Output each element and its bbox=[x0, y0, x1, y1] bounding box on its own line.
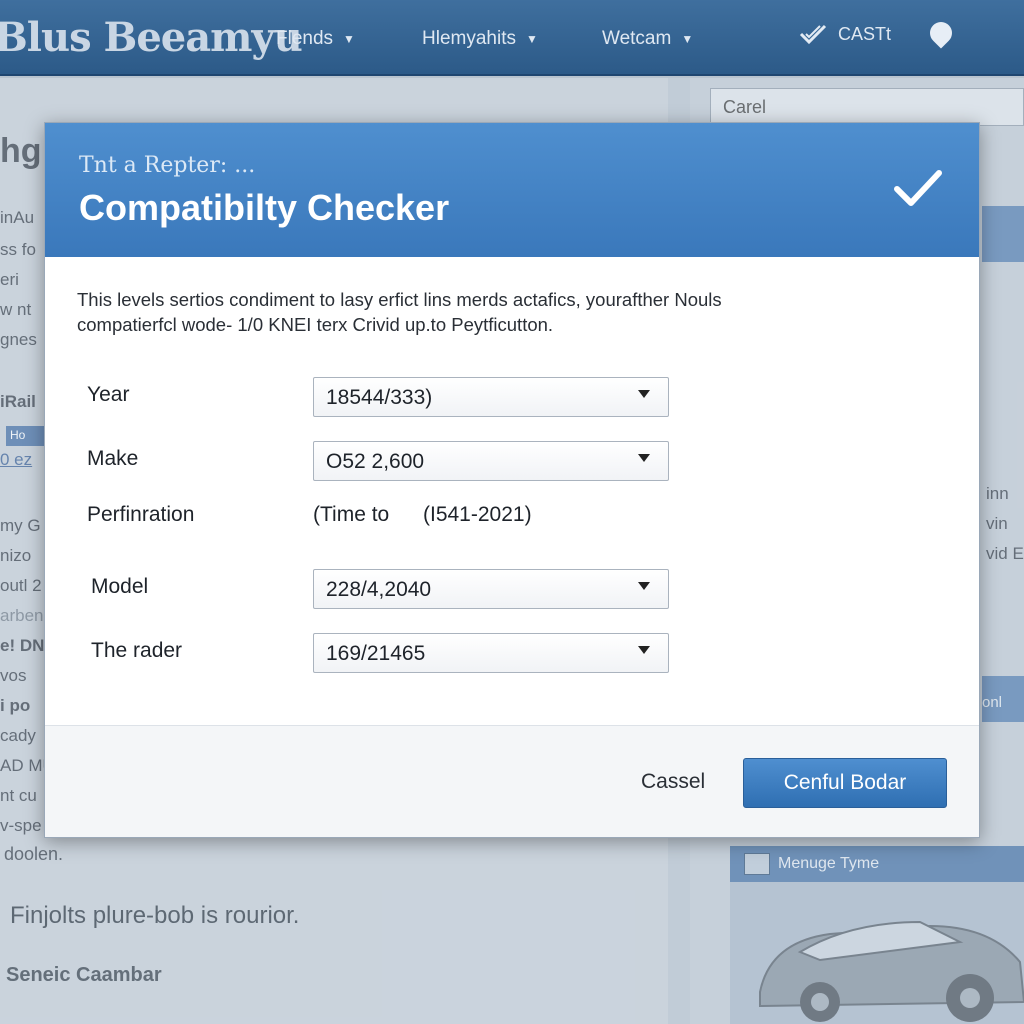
checkmark-cast-icon bbox=[799, 24, 827, 45]
trader-select-value: 169/21465 bbox=[326, 642, 426, 665]
top-navigation-bar: Blus Beeamyu Flends ▼ Hlemyahits ▼ Wetca… bbox=[0, 0, 1024, 76]
nav-item-webcam[interactable]: Wetcam ▼ bbox=[602, 28, 693, 50]
caret-down-icon: ▼ bbox=[343, 32, 355, 46]
nav-item-highlights[interactable]: Hlemyahits ▼ bbox=[422, 28, 538, 50]
description-line: This levels sertios condiment to lasy er… bbox=[77, 289, 722, 310]
trader-label: The rader bbox=[91, 639, 183, 662]
primary-action-button[interactable]: Cenful Bodar bbox=[743, 758, 947, 808]
model-select-value: 228/4,2040 bbox=[326, 578, 432, 601]
chevron-down-icon bbox=[638, 454, 650, 462]
chevron-down-icon bbox=[638, 646, 650, 654]
compatibility-checker-dialog: Tnt a Repter: ... Compatibilty Checker T… bbox=[44, 122, 980, 838]
performance-value-b: (I541-2021) bbox=[423, 503, 532, 526]
make-select[interactable]: O52 2,600 bbox=[313, 441, 669, 481]
dialog-header: Tnt a Repter: ... Compatibilty Checker bbox=[45, 123, 979, 257]
checkmark-icon[interactable] bbox=[893, 167, 943, 209]
caret-down-icon: ▼ bbox=[681, 32, 694, 46]
model-label: Model bbox=[91, 575, 149, 598]
nav-item-label: Flends bbox=[276, 28, 334, 49]
dialog-footer: Cassel Cenful Bodar bbox=[45, 725, 979, 837]
caret-down-icon: ▼ bbox=[525, 32, 538, 46]
dialog-description: This levels sertios condiment to lasy er… bbox=[77, 287, 937, 337]
site-logo[interactable]: Blus Beeamyu bbox=[0, 14, 303, 61]
location-pin-icon[interactable] bbox=[925, 17, 957, 49]
chevron-down-icon bbox=[638, 390, 650, 398]
dialog-title: Compatibilty Checker bbox=[79, 187, 450, 228]
make-select-value: O52 2,600 bbox=[326, 450, 425, 473]
nav-item-friends[interactable]: Flends ▼ bbox=[276, 28, 355, 50]
description-line: compatierfcl wode- 1/0 KNEI terx Crivid … bbox=[77, 314, 554, 335]
performance-label: Perfinration bbox=[87, 503, 195, 526]
dialog-subtitle: Tnt a Repter: ... bbox=[79, 153, 256, 178]
chevron-down-icon bbox=[638, 582, 650, 590]
performance-value-a: (Time to bbox=[313, 503, 390, 526]
year-label: Year bbox=[87, 383, 130, 406]
cast-label: CASTt bbox=[838, 23, 892, 44]
nav-item-label: Wetcam bbox=[602, 28, 672, 49]
cast-button[interactable]: CASTt bbox=[798, 22, 891, 46]
trader-select[interactable]: 169/21465 bbox=[313, 633, 669, 673]
year-select-value: 18544/333) bbox=[326, 386, 433, 409]
cancel-button[interactable]: Cassel bbox=[641, 770, 705, 794]
make-label: Make bbox=[87, 447, 139, 470]
model-select[interactable]: 228/4,2040 bbox=[313, 569, 669, 609]
year-select[interactable]: 18544/333) bbox=[313, 377, 669, 417]
nav-item-label: Hlemyahits bbox=[422, 28, 516, 49]
